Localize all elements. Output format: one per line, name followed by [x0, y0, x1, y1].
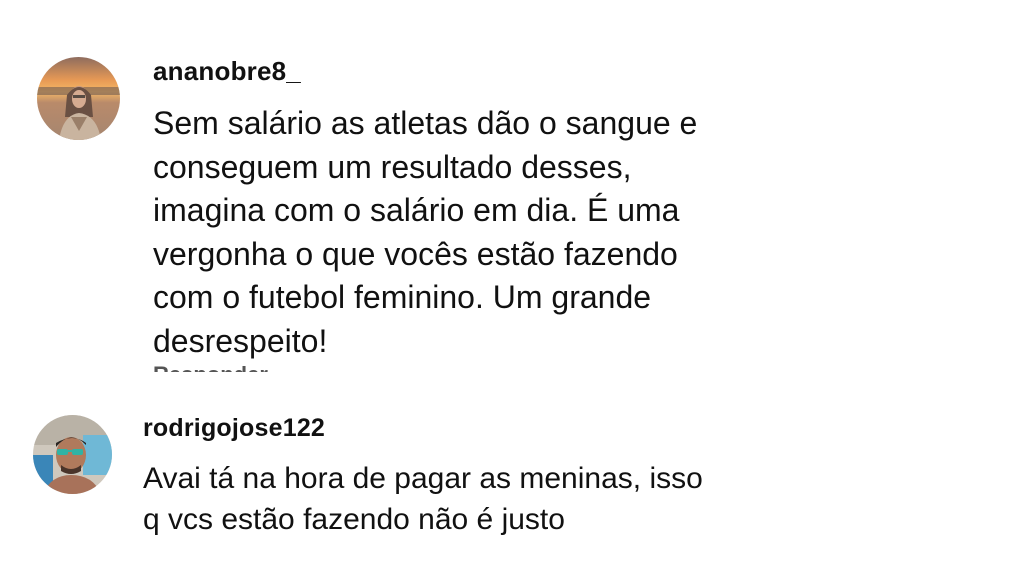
- comment-username[interactable]: rodrigojose122: [143, 414, 325, 443]
- comment-username[interactable]: ananobre8_: [153, 56, 301, 87]
- avatar[interactable]: [37, 57, 120, 140]
- comment-text: Sem salário as atletas dão o sangue e co…: [153, 105, 698, 359]
- reply-link[interactable]: Responder: [153, 362, 268, 372]
- comment-text: Avai tá na hora de pagar as meninas, iss…: [143, 462, 703, 536]
- comment-item: ananobre8_ Sem salário as atletas dão o …: [0, 0, 1024, 372]
- profile-photo-icon: [37, 57, 120, 140]
- profile-photo-icon: [33, 415, 112, 494]
- avatar[interactable]: [33, 415, 112, 494]
